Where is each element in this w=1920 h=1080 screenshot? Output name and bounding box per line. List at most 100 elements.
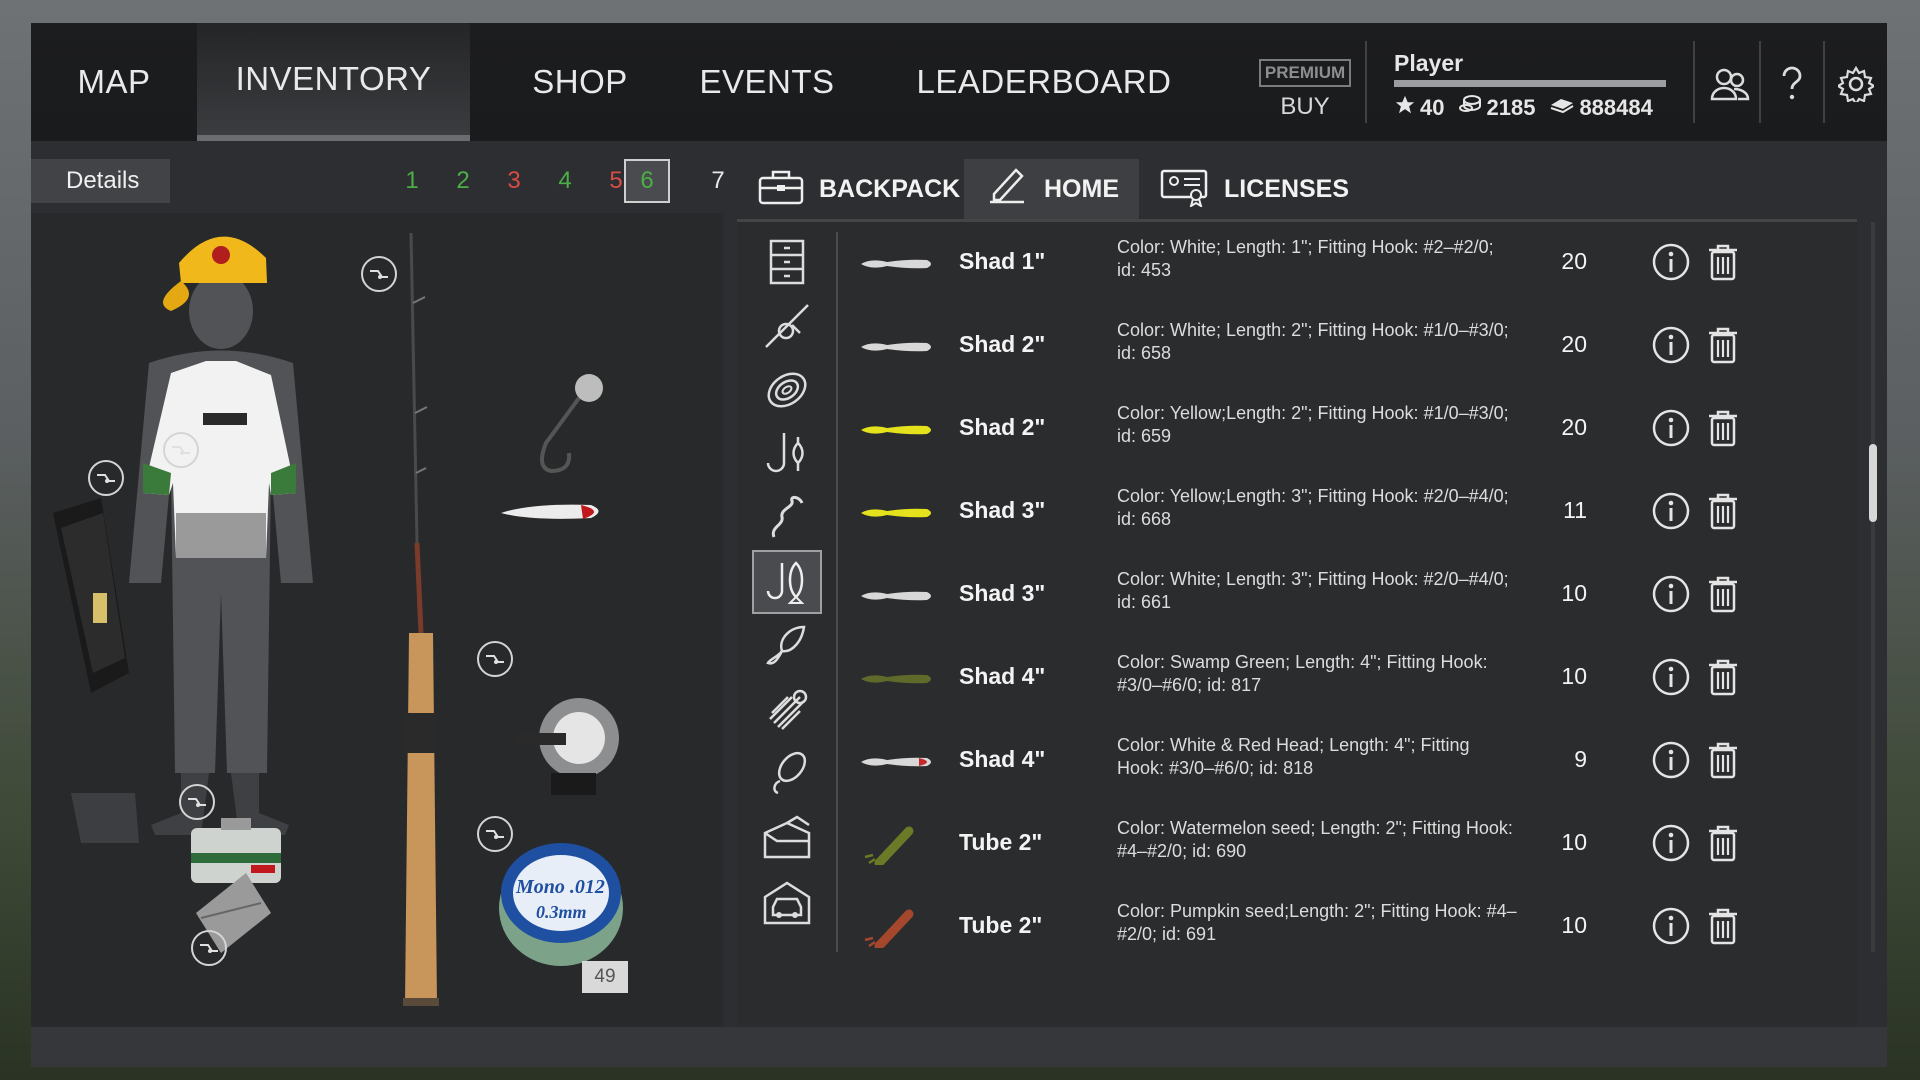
item-name: Shad 4" [959,663,1046,689]
slot-rod-badge[interactable] [361,256,397,292]
car-icon[interactable] [752,870,822,934]
page-7[interactable]: 7 [699,159,737,203]
page-3[interactable]: 3 [495,159,533,203]
item-quantity: 10 [1561,912,1587,938]
info-icon[interactable] [1651,657,1691,697]
slot-tackle-box-badge[interactable] [179,784,215,820]
silver-stat: 2185 [1458,94,1535,122]
box-icon[interactable] [752,806,822,870]
item-description: Color: White; Length: 2"; Fitting Hook: … [1117,320,1509,363]
shad-lure-icon [861,425,931,435]
info-icon[interactable] [1651,906,1691,946]
item-quantity: 10 [1561,829,1587,855]
help-icon[interactable] [1767,59,1817,109]
item-quantity: 10 [1561,580,1587,606]
tab-inventory[interactable]: INVENTORY [197,23,470,141]
list-item[interactable]: Shad 1" Color: White; Length: 1"; Fitting… [857,222,1847,305]
item-description: Color: White & Red Head; Length: 4"; Fit… [1117,735,1470,778]
page-4[interactable]: 4 [546,159,584,203]
hook-float-icon[interactable] [752,422,822,486]
inventory-panel: MAP INVENTORY SHOP EVENTS LEADERBOARD PR… [31,23,1887,1067]
jig-icon[interactable] [752,678,822,742]
info-icon[interactable] [1651,325,1691,365]
cash-icon [1549,95,1575,121]
top-nav: MAP INVENTORY SHOP EVENTS LEADERBOARD PR… [31,23,1887,141]
list-item[interactable]: Shad 4" Color: Swamp Green; Length: 4"; F… [857,637,1847,720]
item-name: Tube 2" [959,829,1043,855]
info-icon[interactable] [1651,242,1691,282]
item-quantity: 11 [1563,497,1587,523]
drawers-icon[interactable] [752,230,822,294]
tab-map[interactable]: MAP [31,23,197,141]
tab-licenses-label: LICENSES [1224,174,1350,203]
list-item[interactable]: Shad 2" Color: White; Length: 2"; Fitting… [857,305,1847,388]
list-item[interactable]: Tube 2" Color: Pumpkin seed;Length: 2"; F… [857,886,1847,969]
trash-icon[interactable] [1705,491,1741,531]
slot-reel-badge[interactable] [477,641,513,677]
worm-icon[interactable] [752,486,822,550]
tab-home-label: HOME [1044,174,1119,203]
divider [1365,41,1367,123]
trash-icon[interactable] [1705,242,1741,282]
item-name: Shad 3" [959,580,1046,606]
tab-events[interactable]: EVENTS [679,23,855,141]
slot-bag-badge[interactable] [88,460,124,496]
rod-bag-item [53,498,129,693]
item-name: Shad 2" [959,414,1046,440]
trash-icon[interactable] [1705,740,1741,780]
list-item[interactable]: Shad 2" Color: Yellow;Length: 2"; Fitting… [857,388,1847,471]
trash-icon[interactable] [1705,574,1741,614]
list-item[interactable]: Shad 3" Color: White; Length: 3"; Fitting… [857,554,1847,637]
page-6[interactable]: 6 [624,159,670,203]
trash-icon[interactable] [1705,408,1741,448]
gold-stat: 888484 [1549,95,1653,121]
item-description: Color: Yellow;Length: 3"; Fitting Hook: … [1117,486,1509,529]
line-spool-icon[interactable] [752,358,822,422]
trash-icon[interactable] [1705,325,1741,365]
scrollbar-track[interactable] [1871,222,1875,952]
list-item[interactable]: Shad 4" Color: White & Red Head; Length: … [857,720,1847,803]
list-item[interactable]: Tube 2" Color: Watermelon seed; Length: 2… [857,803,1847,886]
reel-item [516,698,619,795]
category-divider [836,232,838,952]
info-icon[interactable] [1651,823,1691,863]
bait-fish-icon[interactable] [752,550,822,614]
shad-lure-icon [861,591,931,601]
bottom-bar [31,1027,1887,1067]
details-button[interactable]: Details [31,159,170,203]
settings-icon[interactable] [1831,59,1881,109]
info-icon[interactable] [1651,574,1691,614]
info-icon[interactable] [1651,491,1691,531]
page-1[interactable]: 1 [393,159,431,203]
page-2[interactable]: 2 [444,159,482,203]
tab-backpack[interactable]: BACKPACK [737,159,960,219]
friends-icon[interactable] [1705,59,1755,109]
tab-licenses[interactable]: LICENSES [1140,159,1350,219]
slot-jacket-badge[interactable] [163,432,199,468]
gold-value: 888484 [1579,95,1653,120]
tab-leaderboard[interactable]: LEADERBOARD [899,23,1189,141]
slot-keepnet-badge[interactable] [191,930,227,966]
premium-badge[interactable]: PREMIUM [1259,59,1351,87]
info-icon[interactable] [1651,408,1691,448]
player-name[interactable]: Player [1394,50,1463,77]
rod-reel-icon[interactable] [752,294,822,358]
info-icon[interactable] [1651,740,1691,780]
tube-lure-icon [864,826,914,865]
trash-icon[interactable] [1705,823,1741,863]
scrollbar-thumb[interactable] [1869,444,1877,522]
tab-home[interactable]: HOME [964,159,1139,219]
buy-premium-button[interactable]: BUY [1259,93,1351,121]
tab-shop[interactable]: SHOP [491,23,669,141]
spinner-icon[interactable] [752,742,822,806]
list-item[interactable]: Shad 3" Color: Yellow;Length: 3"; Fitting… [857,471,1847,554]
spoon-lure-icon[interactable] [752,614,822,678]
player-stats: 40 2185 888484 [1394,94,1653,122]
trash-icon[interactable] [1705,657,1741,697]
trash-icon[interactable] [1705,906,1741,946]
shad-lure-icon [861,674,931,684]
svg-text:0.3mm: 0.3mm [536,902,587,922]
item-name: Shad 2" [959,331,1046,357]
divider [1823,41,1825,123]
slot-line-badge[interactable] [477,816,513,852]
